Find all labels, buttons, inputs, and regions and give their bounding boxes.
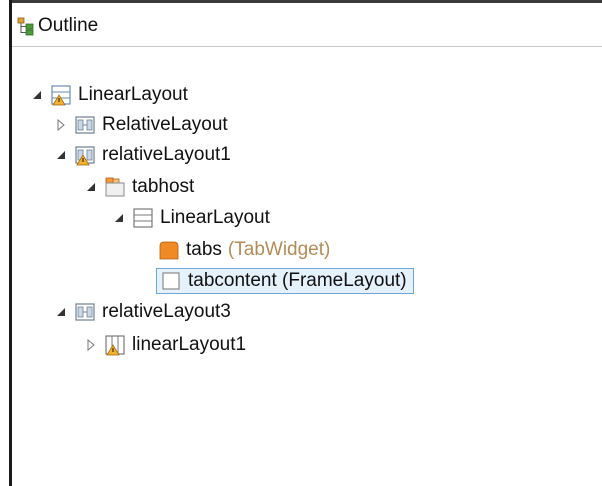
outline-panel: Outline LinearLayout RelativeLayout rela… [0, 0, 602, 486]
selected-highlight[interactable]: tabcontent (FrameLayout) [156, 268, 414, 294]
linear-layout-icon [133, 208, 153, 228]
tree-node-type: (TabWidget) [227, 239, 331, 260]
frame-layout-icon [162, 272, 180, 290]
panel-left-border [9, 0, 12, 486]
tree-node-relative-layout1[interactable]: relativeLayout1 [54, 140, 231, 170]
tree-node-linear-layout-nested[interactable]: LinearLayout [112, 203, 270, 233]
tree-node-relative-layout[interactable]: RelativeLayout [54, 110, 228, 140]
tree-node-label: LinearLayout [78, 84, 188, 105]
outline-header: Outline [12, 3, 602, 47]
tree-node-tabs[interactable]: tabs (TabWidget) [158, 235, 330, 265]
tree-node-label: tabs [186, 239, 222, 260]
linear-layout-vertical-warning-icon [105, 335, 125, 356]
tree-node-label: RelativeLayout [102, 114, 228, 135]
expand-toggle-collapsed-icon[interactable] [54, 118, 68, 132]
tree-node-label: tabcontent (FrameLayout) [188, 270, 407, 291]
tree-node-label: tabhost [132, 176, 195, 197]
expand-toggle-expanded-icon[interactable] [54, 148, 68, 162]
tree-node-linear-layout1[interactable]: linearLayout1 [84, 330, 246, 360]
outline-title: Outline [38, 15, 99, 36]
tree-node-label: relativeLayout1 [102, 144, 231, 165]
tree-node-label: relativeLayout3 [102, 301, 231, 322]
tree-node-linear-layout-root[interactable]: LinearLayout [30, 80, 188, 110]
expand-toggle-expanded-icon[interactable] [30, 88, 44, 102]
relative-layout-icon [75, 116, 95, 134]
expand-toggle-expanded-icon[interactable] [54, 305, 68, 319]
tab-widget-icon [159, 241, 179, 260]
expand-toggle-expanded-icon[interactable] [112, 211, 126, 225]
expand-toggle-expanded-icon[interactable] [84, 180, 98, 194]
linear-layout-warning-icon [51, 85, 71, 106]
expand-toggle-collapsed-icon[interactable] [84, 338, 98, 352]
tree-node-label: LinearLayout [160, 207, 270, 228]
tree-node-tabhost[interactable]: tabhost [84, 172, 194, 202]
tabhost-icon [105, 177, 125, 197]
tree-node-relative-layout3[interactable]: relativeLayout3 [54, 297, 231, 327]
outline-tree-icon [17, 17, 34, 36]
relative-layout-warning-icon [75, 146, 95, 166]
relative-layout-icon [75, 303, 95, 321]
tree-node-label: linearLayout1 [132, 334, 247, 355]
tree-node-tabcontent[interactable]: tabcontent (FrameLayout) [156, 266, 414, 296]
